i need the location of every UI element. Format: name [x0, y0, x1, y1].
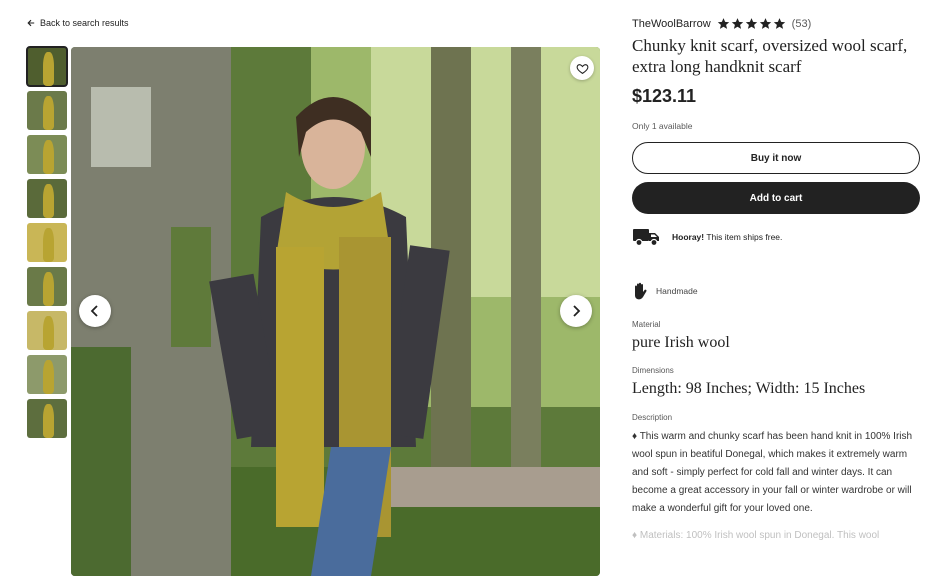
chevron-right-icon — [573, 305, 581, 317]
star-icon — [773, 18, 785, 29]
next-image-button[interactable] — [560, 295, 592, 327]
add-to-cart-button[interactable]: Add to cart — [632, 182, 920, 214]
main-product-image — [71, 47, 600, 576]
star-icon — [717, 18, 729, 29]
thumbnail-scarf-figure — [43, 403, 55, 438]
description-text: ♦ This warm and chunky scarf has been ha… — [632, 431, 913, 514]
listing-price: $123.11 — [632, 86, 697, 106]
handmade-label: Handmade — [656, 286, 698, 296]
star-icon — [731, 18, 743, 29]
review-count[interactable]: (53) — [792, 18, 812, 30]
thumbnail-scarf-figure — [43, 227, 55, 262]
thumbnail-2[interactable] — [27, 91, 67, 130]
thumbnail-scarf-figure — [43, 271, 55, 306]
favorite-button[interactable] — [570, 56, 594, 80]
star-icon — [745, 18, 757, 29]
free-shipping-notice: Hooray! This item ships free. — [632, 226, 920, 248]
handmade-badge: Handmade — [632, 282, 920, 300]
star-icon — [759, 18, 771, 29]
shop-rating-row: TheWoolBarrow (53) — [632, 17, 920, 30]
buy-it-now-button[interactable]: Buy it now — [632, 142, 920, 174]
listing-panel: TheWoolBarrow (53) Chunky knit scarf, ov… — [632, 17, 920, 545]
thumbnail-scarf-figure — [43, 139, 55, 174]
material-value: pure Irish wool — [632, 334, 730, 351]
thumbnail-scarf-figure — [43, 183, 55, 218]
hand-icon — [635, 282, 647, 300]
thumbnail-9[interactable] — [27, 399, 67, 438]
back-to-search-link[interactable]: Back to search results — [27, 18, 129, 28]
thumbnail-scarf-figure — [43, 51, 55, 86]
dimensions-label: Dimensions — [632, 366, 674, 375]
thumbnail-scarf-figure — [43, 315, 55, 350]
rating-stars[interactable] — [717, 17, 786, 30]
chevron-left-icon — [90, 305, 98, 317]
thumbnail-strip — [26, 46, 68, 438]
thumbnail-scarf-figure — [43, 359, 55, 394]
shop-name-link[interactable]: TheWoolBarrow — [632, 18, 711, 30]
description-more-text: ♦ Materials: 100% Irish wool spun in Don… — [632, 530, 880, 541]
listing-title: Chunky knit scarf, oversized wool scarf,… — [632, 36, 908, 76]
arrow-left-icon — [27, 19, 35, 27]
stock-status: Only 1 available — [632, 121, 693, 131]
dimensions-value: Length: 98 Inches; Width: 15 Inches — [632, 380, 866, 397]
thumbnail-5[interactable] — [27, 223, 67, 262]
shipping-text: Hooray! This item ships free. — [672, 232, 783, 242]
heart-icon — [576, 63, 588, 74]
thumbnail-3[interactable] — [27, 135, 67, 174]
thumbnail-7[interactable] — [27, 311, 67, 350]
material-label: Material — [632, 320, 661, 329]
description-label: Description — [632, 413, 673, 422]
back-link-label: Back to search results — [40, 18, 129, 28]
thumbnail-4[interactable] — [27, 179, 67, 218]
thumbnail-scarf-figure — [43, 95, 55, 130]
thumbnail-1[interactable] — [26, 46, 68, 87]
truck-icon — [633, 229, 659, 247]
previous-image-button[interactable] — [79, 295, 111, 327]
product-photo — [71, 47, 600, 576]
thumbnail-8[interactable] — [27, 355, 67, 394]
thumbnail-6[interactable] — [27, 267, 67, 306]
